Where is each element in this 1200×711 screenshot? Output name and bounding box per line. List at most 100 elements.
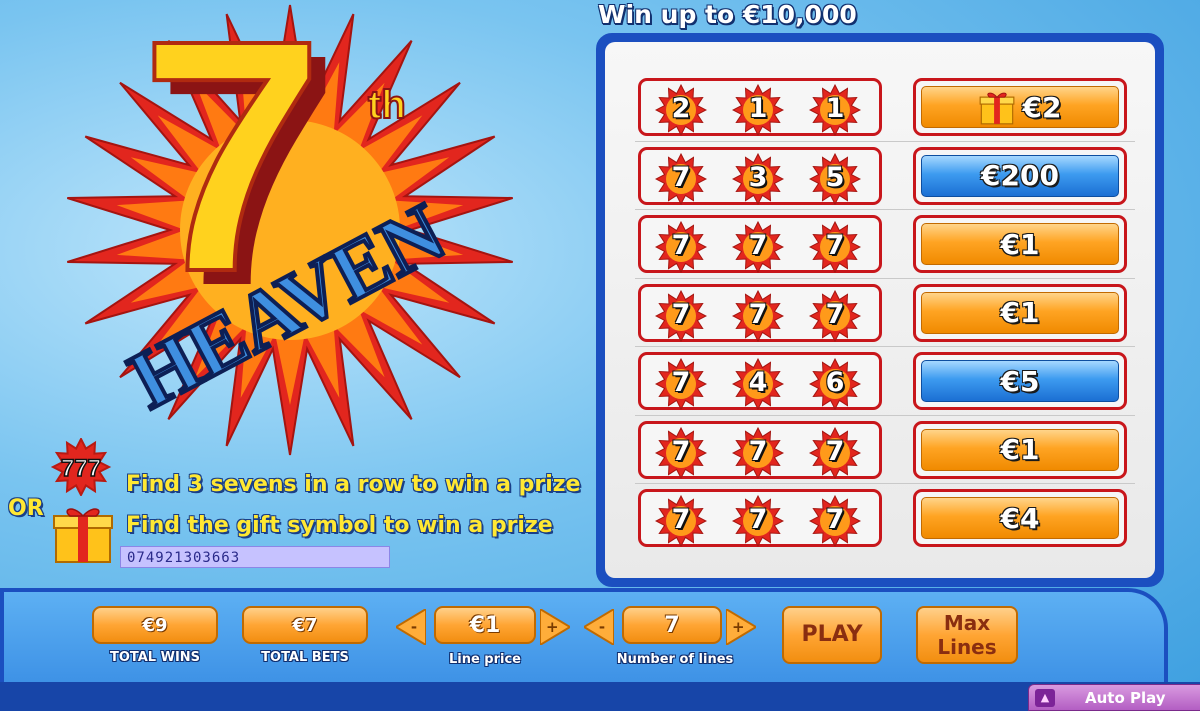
symbol-row[interactable]: 7 3 5 — [638, 146, 882, 205]
instruction-gift: Find the gift symbol to win a prize — [126, 513, 553, 538]
symbol-row[interactable]: 7 7 7 — [638, 489, 882, 547]
prize-row[interactable]: €1 — [913, 215, 1127, 273]
prize-row[interactable]: €1 — [913, 283, 1127, 342]
red-starburst-icon: 7 — [732, 495, 784, 547]
symbol-row[interactable]: 7 4 6 — [638, 352, 882, 410]
symbol-number: 7 — [825, 435, 845, 467]
symbol-number: 7 — [671, 435, 691, 467]
logo-suffix: th — [368, 83, 406, 127]
red-starburst-icon: 3 — [732, 152, 784, 205]
prize-label: €2 — [1022, 90, 1062, 124]
total-wins-value: €9 — [92, 606, 218, 644]
auto-play-button[interactable]: ▲ Auto Play — [1028, 684, 1200, 711]
prize-amount: €5 — [921, 360, 1119, 402]
symbol-number: 1 — [748, 93, 768, 124]
line-price-label: Line price — [448, 652, 522, 667]
red-starburst-icon: 2 — [655, 84, 707, 136]
red-starburst-icon: 1 — [732, 84, 784, 136]
prize-label: €1 — [1000, 433, 1040, 466]
total-bets-label: TOTAL BETS — [261, 650, 349, 665]
control-bar: €9 TOTAL WINS €7 TOTAL BETS - €1 + Line … — [0, 588, 1168, 682]
game-screen: 7 7 th HEAVEN 7 7 7 Find 3 sevens in a row… — [0, 0, 1200, 711]
prize-amount: €2 — [921, 86, 1119, 128]
red-starburst-icon: 7 — [732, 289, 784, 342]
red-starburst-icon: 6 — [809, 358, 861, 410]
play-button[interactable]: PLAY — [782, 606, 882, 664]
row-divider — [635, 346, 1135, 347]
seven-badge-icon: 777 — [50, 438, 112, 496]
symbol-number: 7 — [825, 230, 845, 261]
red-starburst-icon: 7 — [655, 152, 707, 205]
symbol-row[interactable]: 7 7 7 — [638, 420, 882, 479]
plus-glyph: + — [732, 618, 745, 636]
triangle-up-icon: ▲ — [1035, 688, 1055, 707]
line-price-decrease-button[interactable]: - — [394, 607, 427, 647]
lines-increase-button[interactable]: + — [725, 607, 758, 647]
plus-glyph: + — [546, 618, 559, 636]
game-panel: 2 1 1 €2 7 3 5 €200 7 7 7 €1 7 7 7 €1 7 4 6 €5 7 7 7 €1 7 7 7 €4 — [596, 33, 1164, 587]
prize-label: €4 — [1000, 501, 1040, 535]
game-panel-inner: 2 1 1 €2 7 3 5 €200 7 7 7 €1 7 7 7 €1 7 4 6 €5 7 7 7 €1 7 7 7 €4 — [605, 42, 1155, 578]
prize-row[interactable]: €5 — [913, 352, 1127, 410]
ticket-id: 074921303663 — [120, 546, 390, 568]
red-starburst-icon: 7 — [809, 289, 861, 342]
headline: Win up to €10,000 — [598, 0, 857, 29]
bottom-strip — [0, 682, 1200, 711]
minus-glyph: - — [410, 618, 418, 636]
red-starburst-icon: 7 — [655, 358, 707, 410]
symbol-number: 5 — [825, 161, 845, 193]
prize-label: €1 — [1000, 227, 1040, 261]
red-starburst-icon: 7 — [809, 426, 861, 479]
red-starburst-icon: 7 — [809, 495, 861, 547]
symbol-row[interactable]: 7 7 7 — [638, 215, 882, 273]
prize-amount: €1 — [921, 291, 1119, 334]
row-divider — [635, 277, 1135, 279]
red-starburst-icon: 7 — [655, 426, 707, 479]
instruction-sevens: Find 3 sevens in a row to win a prize — [126, 472, 581, 497]
row-divider — [635, 414, 1135, 416]
red-starburst-icon: 7 — [809, 221, 861, 273]
prize-row[interactable]: €4 — [913, 489, 1127, 547]
symbol-row[interactable]: 7 7 7 — [638, 283, 882, 342]
symbol-number: 7 — [748, 298, 768, 330]
red-starburst-icon: 1 — [809, 84, 861, 136]
symbol-number: 7 — [825, 504, 845, 535]
prize-label: €1 — [1000, 296, 1040, 329]
prize-label: €5 — [1000, 364, 1040, 398]
prize-amount: €200 — [921, 154, 1119, 197]
row-divider — [635, 209, 1135, 210]
symbol-number: 7 — [748, 435, 768, 467]
symbol-number: 7 — [671, 161, 691, 193]
symbol-row[interactable]: 2 1 1 — [638, 78, 882, 136]
symbol-number: 7 — [748, 230, 768, 261]
lines-label: Number of lines — [616, 652, 734, 667]
prize-row[interactable]: €200 — [913, 146, 1127, 205]
instruction-or: OR — [8, 496, 44, 521]
total-bets-value: €7 — [242, 606, 368, 644]
prize-amount: €1 — [921, 223, 1119, 265]
symbol-number: 6 — [825, 367, 845, 398]
symbol-number: 1 — [825, 93, 845, 124]
line-price-increase-button[interactable]: + — [539, 607, 572, 647]
red-starburst-icon: 7 — [655, 221, 707, 273]
lines-decrease-button[interactable]: - — [582, 607, 615, 647]
red-starburst-icon: 7 — [732, 426, 784, 479]
prize-amount: €4 — [921, 497, 1119, 539]
red-starburst-icon: 4 — [732, 358, 784, 410]
line-price-value: €1 — [434, 606, 536, 644]
symbol-number: 7 — [825, 298, 845, 330]
gift-box-icon — [53, 508, 113, 563]
red-starburst-icon: 7 — [655, 289, 707, 342]
symbol-number: 3 — [748, 161, 768, 193]
seven-badge-text: 777 — [61, 455, 101, 482]
prize-amount: €1 — [921, 428, 1119, 471]
auto-play-label: Auto Play — [1085, 688, 1166, 707]
prize-row[interactable]: €2 — [913, 78, 1127, 136]
symbol-number: 7 — [671, 230, 691, 261]
symbol-number: 4 — [748, 367, 768, 398]
symbol-number: 7 — [671, 367, 691, 398]
symbol-number: 7 — [671, 504, 691, 535]
seventh-heaven-logo: 7 7 th HEAVEN — [67, 0, 513, 456]
max-lines-button[interactable]: Max Lines — [916, 606, 1018, 664]
prize-row[interactable]: €1 — [913, 420, 1127, 479]
